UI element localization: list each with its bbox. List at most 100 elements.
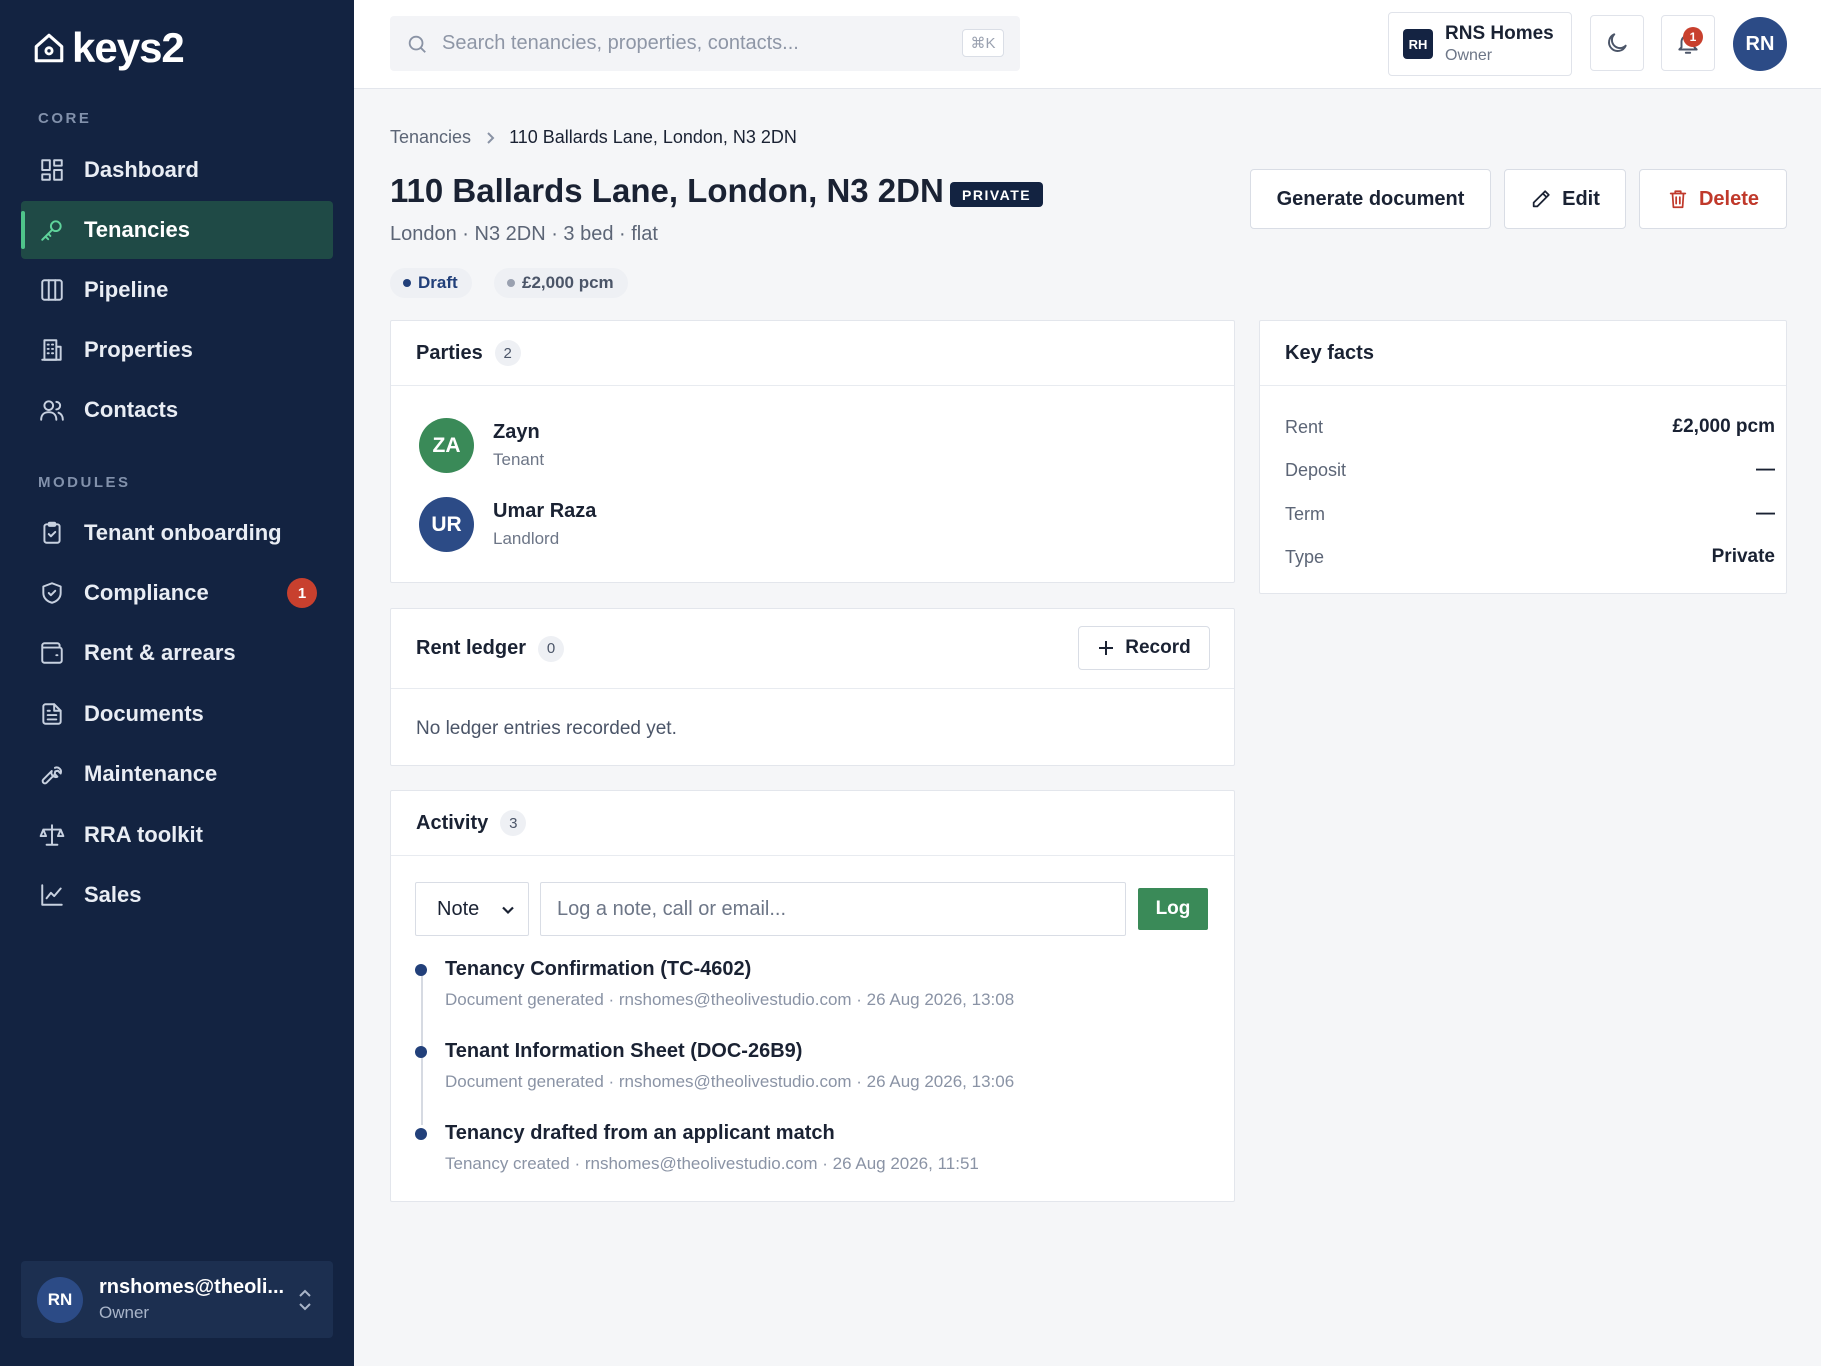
columns-icon	[39, 277, 65, 303]
sidebar-item-sales[interactable]: Sales	[21, 866, 333, 924]
edit-button[interactable]: Edit	[1504, 169, 1626, 229]
trash-icon	[1669, 190, 1687, 209]
organization-switcher[interactable]: RH RNS Homes Owner	[1388, 12, 1572, 76]
search-box[interactable]: ⌘K	[390, 16, 1020, 71]
sidebar-item-label: RRA toolkit	[84, 822, 203, 847]
key-facts-title: Key facts	[1285, 341, 1374, 364]
fact-label: Term	[1285, 503, 1325, 524]
party-name: Zayn	[493, 421, 540, 443]
sidebar-item-tenancies[interactable]: Tenancies	[21, 201, 333, 259]
breadcrumb-current: 110 Ballards Lane, London, N3 2DN	[509, 127, 797, 147]
app-name: keys2	[72, 24, 185, 71]
party-tenant[interactable]: ZA Zayn Tenant	[419, 418, 544, 473]
rent-ledger-card: Rent ledger 0 Record No ledger entries r…	[390, 608, 1235, 766]
activity-type-select[interactable]: Note	[415, 882, 529, 936]
rent-ledger-count: 0	[538, 635, 565, 662]
account-switcher[interactable]: RN rnshomes@theoli... Owner	[21, 1261, 333, 1338]
users-icon	[39, 397, 65, 423]
top-bar: ⌘K RH RNS Homes Owner 1 RN	[354, 0, 1821, 89]
fact-label: Type	[1285, 546, 1325, 567]
moon-icon	[1608, 33, 1627, 52]
home-icon	[34, 33, 64, 63]
sidebar-item-maintenance[interactable]: Maintenance	[21, 745, 333, 803]
party-landlord[interactable]: UR Umar Raza Landlord	[419, 497, 596, 552]
sidebar-item-label: Compliance	[84, 580, 209, 605]
timeline-dot	[415, 964, 427, 976]
rent-chip: £2,000 pcm	[494, 268, 628, 298]
org-logo: RH	[1403, 29, 1433, 59]
activity-item: Tenancy drafted from an applicant match …	[415, 1122, 979, 1174]
breadcrumb-link-tenancies[interactable]: Tenancies	[390, 127, 471, 148]
sidebar-item-tenant-onboarding[interactable]: Tenant onboarding	[21, 504, 333, 562]
dashboard-icon	[39, 157, 65, 183]
sidebar-item-compliance[interactable]: Compliance 1	[21, 564, 333, 622]
search-icon	[408, 35, 426, 53]
breadcrumb: Tenancies 110 Ballards Lane, London, N3 …	[390, 127, 797, 148]
sidebar-item-contacts[interactable]: Contacts	[21, 381, 333, 439]
chevron-up-down-icon	[295, 1287, 315, 1318]
delete-button[interactable]: Delete	[1639, 169, 1787, 229]
sidebar-item-pipeline[interactable]: Pipeline	[21, 261, 333, 319]
fact-row-type: Type Private	[1285, 546, 1775, 568]
app-logo[interactable]: keys2	[32, 24, 185, 72]
search-input[interactable]	[442, 32, 942, 55]
sidebar-item-documents[interactable]: Documents	[21, 685, 333, 743]
key-facts-card: Key facts Rent £2,000 pcm Deposit — Term…	[1259, 320, 1787, 594]
account-email: rnshomes@theoli...	[99, 1276, 285, 1298]
parties-card: Parties 2 ZA Zayn Tenant UR Umar Raza La…	[390, 320, 1235, 583]
activity-item-title[interactable]: Tenant Information Sheet (DOC-26B9)	[445, 1040, 1014, 1063]
sidebar-item-rra-toolkit[interactable]: RRA toolkit	[21, 806, 333, 864]
sidebar-item-label: Maintenance	[84, 761, 218, 786]
edit-label: Edit	[1562, 187, 1600, 210]
party-role: Landlord	[493, 529, 560, 548]
sidebar-item-label: Sales	[84, 882, 142, 907]
fact-row-deposit: Deposit —	[1285, 459, 1775, 481]
clipboard-icon	[39, 520, 65, 546]
org-role: Owner	[1445, 47, 1493, 64]
sidebar-item-label: Documents	[84, 701, 204, 726]
pencil-icon	[1532, 190, 1550, 208]
activity-item-meta: Document generated · rnshomes@theolivest…	[445, 990, 1015, 1009]
sidebar-item-label: Tenancies	[84, 217, 190, 242]
sidebar-item-label: Properties	[84, 337, 193, 362]
activity-card: Activity 3 Note Log Tenancy Confirmation…	[390, 790, 1235, 1202]
activity-item-title: Tenancy drafted from an applicant match	[445, 1122, 835, 1144]
record-payment-button[interactable]: Record	[1078, 626, 1210, 670]
sidebar: keys2 CORE Dashboard Tenancies Pipeline …	[0, 0, 354, 1366]
sidebar-item-properties[interactable]: Properties	[21, 321, 333, 379]
fact-value: —	[1756, 503, 1775, 524]
sidebar-item-dashboard[interactable]: Dashboard	[21, 141, 333, 199]
activity-count: 3	[500, 810, 527, 836]
activity-type-value: Note	[437, 897, 480, 920]
record-label: Record	[1125, 637, 1191, 658]
wrench-icon	[39, 761, 65, 787]
timeline-dot	[415, 1046, 427, 1058]
fact-label: Deposit	[1285, 459, 1347, 480]
log-button[interactable]: Log	[1138, 888, 1208, 930]
theme-toggle-button[interactable]	[1590, 15, 1644, 71]
generate-document-button[interactable]: Generate document	[1250, 169, 1491, 229]
sidebar-item-label: Rent & arrears	[84, 640, 236, 665]
activity-log-form: Note Log	[415, 882, 1208, 936]
activity-item-title[interactable]: Tenancy Confirmation (TC-4602)	[445, 958, 1014, 981]
avatar: RN	[37, 1276, 83, 1323]
shield-icon	[39, 580, 65, 606]
activity-title: Activity	[416, 811, 489, 834]
timeline-dot	[415, 1128, 427, 1140]
fact-row-term: Term —	[1285, 503, 1775, 525]
parties-count: 2	[494, 340, 521, 366]
user-avatar-button[interactable]: RN	[1733, 17, 1787, 71]
ledger-empty-message: No ledger entries recorded yet.	[416, 718, 677, 739]
wallet-icon	[39, 640, 65, 666]
avatar: ZA	[419, 418, 474, 473]
activity-item: Tenant Information Sheet (DOC-26B9) Docu…	[415, 1040, 1014, 1092]
activity-note-input[interactable]	[540, 882, 1126, 936]
activity-item-meta: Document generated · rnshomes@theolivest…	[445, 1072, 1015, 1091]
sidebar-item-label: Contacts	[84, 397, 179, 422]
sidebar-item-rent-arrears[interactable]: Rent & arrears	[21, 624, 333, 682]
page-title: 110 Ballards Lane, London, N3 2DN	[390, 172, 944, 209]
fact-value: —	[1756, 459, 1775, 480]
notifications-button[interactable]: 1	[1661, 15, 1715, 71]
notification-count-badge: 1	[1683, 27, 1703, 47]
sidebar-item-label: Tenant onboarding	[84, 520, 282, 545]
